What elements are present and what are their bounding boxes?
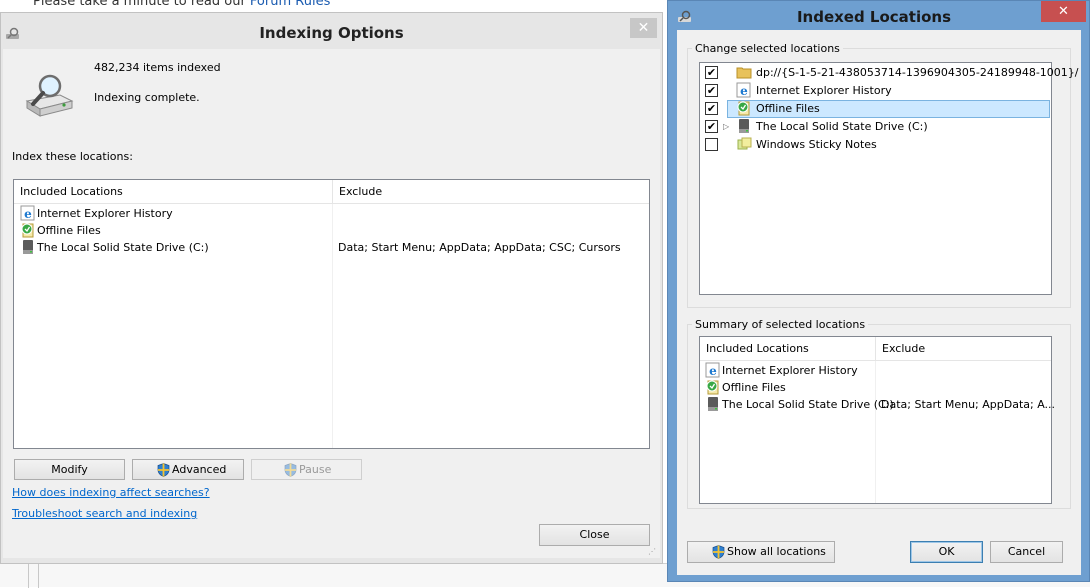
- tree-item-label: The Local Solid State Drive (C:): [756, 120, 928, 133]
- location-checkbox[interactable]: ✔: [705, 120, 718, 133]
- indexing-options-window: Indexing Options ✕ 482,234 items indexed…: [0, 12, 663, 564]
- how-indexing-link[interactable]: How does indexing affect searches?: [12, 486, 210, 499]
- column-header-exclude[interactable]: Exclude: [333, 180, 649, 204]
- location-checkbox[interactable]: ✔: [705, 102, 718, 115]
- shield-icon: [157, 463, 170, 477]
- svg-text:e: e: [740, 84, 748, 98]
- list-item-name: The Local Solid State Drive (C:): [37, 241, 209, 254]
- internet-explorer-icon: e: [20, 205, 35, 221]
- indexing-options-content: 482,234 items indexed Indexing complete.…: [3, 49, 660, 558]
- list-item-name: Internet Explorer History: [722, 364, 858, 377]
- tree-item-label: Offline Files: [756, 102, 820, 115]
- show-all-locations-button[interactable]: Show all locations: [687, 541, 835, 563]
- summary-list[interactable]: Included Locations Exclude e Internet Ex…: [699, 336, 1055, 504]
- summary-label: Summary of selected locations: [692, 318, 869, 331]
- list-header: Included Locations Exclude: [14, 180, 649, 204]
- list-item[interactable]: Offline Files: [704, 379, 1049, 396]
- list-item[interactable]: e Internet Explorer History: [704, 362, 1049, 379]
- svg-text:e: e: [709, 364, 717, 378]
- change-locations-label: Change selected locations: [692, 42, 843, 55]
- indexing-status: Indexing complete.: [94, 91, 200, 104]
- window-title: Indexed Locations: [796, 8, 952, 26]
- close-icon[interactable]: ✕: [1041, 1, 1086, 22]
- list-item-exclude: Data; Start Menu; AppData; A...: [881, 398, 1056, 411]
- tree-item-label: Internet Explorer History: [756, 84, 892, 97]
- shield-icon: [284, 463, 297, 477]
- list-item[interactable]: The Local Solid State Drive (C:) Data; S…: [18, 239, 646, 256]
- pause-button: Pause: [251, 459, 362, 480]
- ok-button[interactable]: OK: [910, 541, 983, 563]
- drive-icon: [739, 119, 749, 133]
- tree-item-label: Windows Sticky Notes: [756, 138, 877, 151]
- drive-icon: [708, 397, 718, 411]
- divider: [38, 564, 39, 588]
- list-item-name: Offline Files: [37, 224, 101, 237]
- offline-files-icon: [706, 380, 719, 395]
- offline-files-icon: [737, 101, 750, 116]
- resize-grip-icon[interactable]: ⋰: [648, 547, 656, 556]
- items-indexed-count: 482,234 items indexed: [94, 61, 221, 74]
- tree-item-selected[interactable]: ✔ Offline Files: [700, 100, 1050, 117]
- location-tree[interactable]: ✔ dp://{S-1-5-21-438053714-1396904305-24…: [699, 62, 1079, 295]
- close-icon[interactable]: ✕: [630, 18, 657, 38]
- column-header-included[interactable]: Included Locations: [14, 180, 333, 204]
- included-locations-list[interactable]: Included Locations Exclude e Internet Ex…: [13, 179, 650, 449]
- shield-icon: [712, 545, 725, 559]
- indexed-locations-window: Indexed Locations ✕ Change selected loca…: [667, 0, 1090, 582]
- show-all-label: Show all locations: [727, 545, 826, 558]
- tree-item[interactable]: Windows Sticky Notes: [700, 136, 1050, 153]
- tree-item-label: dp://{S-1-5-21-438053714-1396904305-2418…: [756, 66, 1079, 79]
- list-item[interactable]: The Local Solid State Drive (C:) Data; S…: [704, 396, 1055, 413]
- modify-button[interactable]: Modify: [14, 459, 125, 480]
- window-title: Indexing Options: [259, 24, 404, 42]
- svg-text:e: e: [24, 207, 32, 221]
- cancel-button[interactable]: Cancel: [990, 541, 1063, 563]
- indexed-locations-content: Change selected locations ✔ dp://{S-1-5-…: [677, 30, 1081, 575]
- list-item-name: Offline Files: [722, 381, 786, 394]
- location-checkbox[interactable]: [705, 138, 718, 151]
- list-item-name: The Local Solid State Drive (C:): [722, 398, 894, 411]
- sticky-notes-icon: [737, 137, 752, 150]
- list-item-name: Internet Explorer History: [37, 207, 173, 220]
- column-header-exclude[interactable]: Exclude: [876, 337, 1051, 361]
- forum-rules-link[interactable]: Forum Rules: [250, 0, 330, 9]
- forum-notice-text: Please take a minute to read our: [33, 0, 250, 9]
- close-button[interactable]: Close: [539, 524, 650, 546]
- title-bar: Indexing Options ✕: [1, 13, 662, 49]
- forum-notice: Please take a minute to read our Forum R…: [33, 0, 330, 9]
- drive-icon: [23, 240, 33, 254]
- index-locations-label: Index these locations:: [12, 150, 133, 163]
- advanced-label: Advanced: [172, 463, 227, 476]
- advanced-button[interactable]: Advanced: [132, 459, 244, 480]
- location-checkbox[interactable]: ✔: [705, 66, 718, 79]
- list-item-exclude: Data; Start Menu; AppData; AppData; CSC;…: [338, 241, 621, 254]
- list-header: Included Locations Exclude: [700, 337, 1051, 361]
- list-item[interactable]: Offline Files: [18, 222, 646, 239]
- internet-explorer-icon: e: [736, 82, 751, 98]
- divider: [28, 564, 29, 588]
- offline-files-icon: [21, 223, 34, 238]
- tree-item[interactable]: ✔ dp://{S-1-5-21-438053714-1396904305-24…: [700, 64, 1079, 81]
- column-header-included[interactable]: Included Locations: [700, 337, 876, 361]
- tree-item[interactable]: ✔ ▷ The Local Solid State Drive (C:): [700, 118, 1050, 135]
- tree-item[interactable]: ✔ e Internet Explorer History: [700, 82, 1050, 99]
- pause-label: Pause: [299, 463, 332, 476]
- location-checkbox[interactable]: ✔: [705, 84, 718, 97]
- indexing-drive-magnifier-icon: [25, 74, 74, 117]
- list-item[interactable]: e Internet Explorer History: [18, 205, 646, 222]
- troubleshoot-link[interactable]: Troubleshoot search and indexing: [12, 507, 197, 520]
- internet-explorer-icon: e: [705, 362, 720, 378]
- expand-arrow-icon[interactable]: ▷: [723, 118, 729, 135]
- folder-icon: [736, 67, 752, 79]
